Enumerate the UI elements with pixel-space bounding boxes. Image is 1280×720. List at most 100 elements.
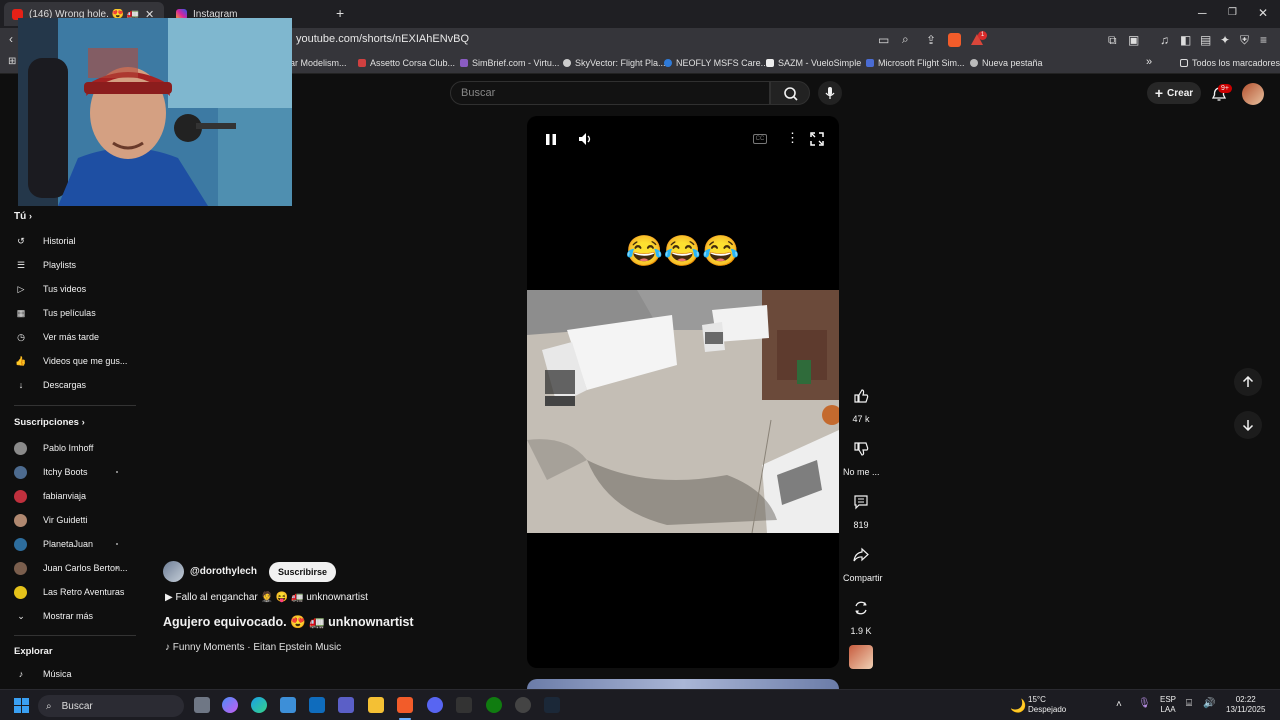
sidebar-item-movies[interactable]: ▦ Tus películas xyxy=(14,305,96,321)
url-field[interactable]: youtube.com/shorts/nEXIAhENvBQ xyxy=(296,33,469,45)
sidebar-item-music[interactable]: ♪ Música xyxy=(14,666,72,682)
brave-shield-icon[interactable] xyxy=(948,33,961,47)
dislike-action[interactable]: No me ... xyxy=(843,434,880,477)
create-button[interactable]: + Crear xyxy=(1147,82,1201,104)
you-section-heading[interactable]: Tú › xyxy=(14,211,32,222)
bookmark-item[interactable]: Assetto Corsa Club... xyxy=(358,58,455,68)
sidebar-item-your-videos[interactable]: ▷ Tus videos xyxy=(14,281,87,297)
extensions-icon[interactable]: ⧉ xyxy=(1108,34,1117,46)
wallet-icon[interactable]: ▣ xyxy=(1128,34,1139,46)
bookmark-item[interactable]: SAZM - VueloSimple xyxy=(766,58,861,68)
leo-ai-icon[interactable]: ✦ xyxy=(1220,34,1230,46)
voice-search-button[interactable] xyxy=(818,81,842,105)
channel-name[interactable]: @dorothylech xyxy=(190,566,257,577)
sidebar-item-downloads[interactable]: ↓ Descargas xyxy=(14,377,86,393)
fullscreen-button[interactable] xyxy=(810,132,824,151)
share-action[interactable]: Compartir xyxy=(843,540,883,583)
search-input[interactable]: Buscar xyxy=(450,81,770,105)
back-button[interactable]: ‹ xyxy=(9,33,13,45)
sidebar-item-subscription[interactable]: Vir Guidetti xyxy=(14,512,87,528)
previous-short-button[interactable] xyxy=(1234,368,1262,396)
brave-icon[interactable] xyxy=(397,697,413,713)
sidebar-item-history[interactable]: ↺ Historial xyxy=(14,233,75,249)
sound-thumbnail[interactable] xyxy=(849,645,873,669)
new-tab-button[interactable]: + xyxy=(336,6,344,20)
search-button[interactable] xyxy=(770,81,810,105)
xbox-icon[interactable] xyxy=(486,697,502,713)
clock[interactable]: 02:22 13/11/2025 xyxy=(1226,695,1265,715)
next-short-button[interactable] xyxy=(1234,411,1262,439)
zoom-icon[interactable]: ⌕ xyxy=(902,33,909,45)
cast-icon[interactable]: ▭ xyxy=(878,34,889,46)
sidebar-item-subscription[interactable]: PlanetaJuan xyxy=(14,536,93,552)
sidebar-item-subscription[interactable]: Itchy Boots xyxy=(14,464,88,480)
file-explorer-icon[interactable] xyxy=(368,697,384,713)
sidebar-item-watch-later[interactable]: ◷ Ver más tarde xyxy=(14,329,99,345)
sound-credit[interactable]: ♪ Funny Moments · Eitan Epstein Music xyxy=(165,642,341,653)
bookmark-item[interactable]: SimBrief.com - Virtu... xyxy=(460,58,559,68)
volume-button[interactable] xyxy=(578,132,594,151)
bookmarks-overflow-icon[interactable]: » xyxy=(1146,56,1152,68)
wallet-alt-icon[interactable]: ▤ xyxy=(1200,34,1211,46)
sidebar-item-subscription[interactable]: Pablo Imhoff xyxy=(14,440,93,456)
share-page-icon[interactable]: ⇪ xyxy=(926,34,936,46)
sidebar-toggle-icon[interactable]: ◧ xyxy=(1180,34,1191,46)
steam-icon[interactable] xyxy=(544,697,560,713)
close-window-button[interactable]: ✕ xyxy=(1258,7,1268,19)
avatar[interactable] xyxy=(163,561,184,582)
discord-icon[interactable] xyxy=(427,697,443,713)
comment-icon[interactable] xyxy=(846,487,876,517)
app-icon[interactable] xyxy=(515,697,531,713)
thumbs-up-icon[interactable] xyxy=(846,381,876,411)
more-options-icon[interactable]: ⋮ xyxy=(786,131,799,144)
bookmark-item[interactable]: Nueva pestaña xyxy=(970,58,1043,68)
thumbs-down-icon[interactable] xyxy=(846,434,876,464)
subscribe-button[interactable]: Suscribirse xyxy=(268,561,337,582)
remix-action[interactable]: 1.9 K xyxy=(843,593,879,636)
sidebar-item-subscription[interactable]: Las Retro Aventuras xyxy=(14,584,124,600)
pause-icon xyxy=(546,134,556,145)
sidebar-item-playlists[interactable]: ☰ Playlists xyxy=(14,257,76,273)
sidebar-item-liked-videos[interactable]: 👍 Videos que me gus... xyxy=(14,353,127,369)
language-indicator[interactable]: ESP LAA xyxy=(1160,695,1176,715)
media-icon[interactable]: ♫ xyxy=(1160,34,1169,46)
maximize-button[interactable]: ❐ xyxy=(1228,7,1237,19)
copilot-icon[interactable] xyxy=(222,697,238,713)
tray-overflow-icon[interactable]: ˄ xyxy=(1116,700,1122,710)
bookmark-item[interactable]: NEOFLY MSFS Care... xyxy=(664,58,768,68)
description-line[interactable]: ▶ Fallo al enganchar 🤵 😝 🚛 unknownartist xyxy=(165,592,368,603)
microphone-tray-icon[interactable]: 🎙 xyxy=(1138,699,1151,709)
shorts-player[interactable]: CC ⋮ 😂😂😂 xyxy=(527,116,839,668)
minimize-button[interactable]: ─ xyxy=(1198,7,1207,19)
windows-start-icon[interactable] xyxy=(14,698,29,713)
sidebar-item-subscription[interactable]: fabianviaja xyxy=(14,488,86,504)
sidebar-item-subscription[interactable]: Juan Carlos Berton... xyxy=(14,560,128,576)
vpn-icon[interactable]: ⛨ xyxy=(1240,34,1249,46)
pause-button[interactable] xyxy=(545,133,557,151)
avatar[interactable] xyxy=(1242,83,1264,105)
app-icon[interactable] xyxy=(456,697,472,713)
history-icon: ↺ xyxy=(17,235,25,246)
sidebar-item-show-more[interactable]: ⌄ Mostrar más xyxy=(14,608,93,624)
captions-icon[interactable]: CC xyxy=(753,134,767,144)
network-icon[interactable]: ⌸ xyxy=(1186,699,1192,709)
weather-widget[interactable]: 15°C Despejado xyxy=(1028,695,1066,715)
bookmark-item[interactable]: Microsoft Flight Sim... xyxy=(866,58,965,68)
apps-icon[interactable]: ⊞ xyxy=(8,56,16,68)
outlook-icon[interactable] xyxy=(309,697,325,713)
bookmark-item[interactable]: ar Modelism... xyxy=(290,58,347,68)
bookmark-item[interactable]: SkyVector: Flight Pla... xyxy=(563,58,666,68)
volume-tray-icon[interactable]: 🔊 xyxy=(1203,699,1215,709)
menu-icon[interactable]: ≡ xyxy=(1260,34,1267,46)
teams-icon[interactable] xyxy=(338,697,354,713)
share-icon[interactable] xyxy=(846,540,876,570)
all-bookmarks-folder[interactable]: Todos los marcadores xyxy=(1180,58,1280,68)
remix-icon[interactable] xyxy=(846,593,876,623)
task-view-icon[interactable] xyxy=(194,697,210,713)
comments-action[interactable]: 819 xyxy=(843,487,879,530)
subscriptions-heading[interactable]: Suscripciones › xyxy=(14,417,85,428)
store-icon[interactable] xyxy=(280,697,296,713)
like-action[interactable]: 47 k xyxy=(843,381,879,424)
taskbar-search[interactable]: ⌕ Buscar xyxy=(38,695,184,717)
edge-icon[interactable] xyxy=(251,697,267,713)
